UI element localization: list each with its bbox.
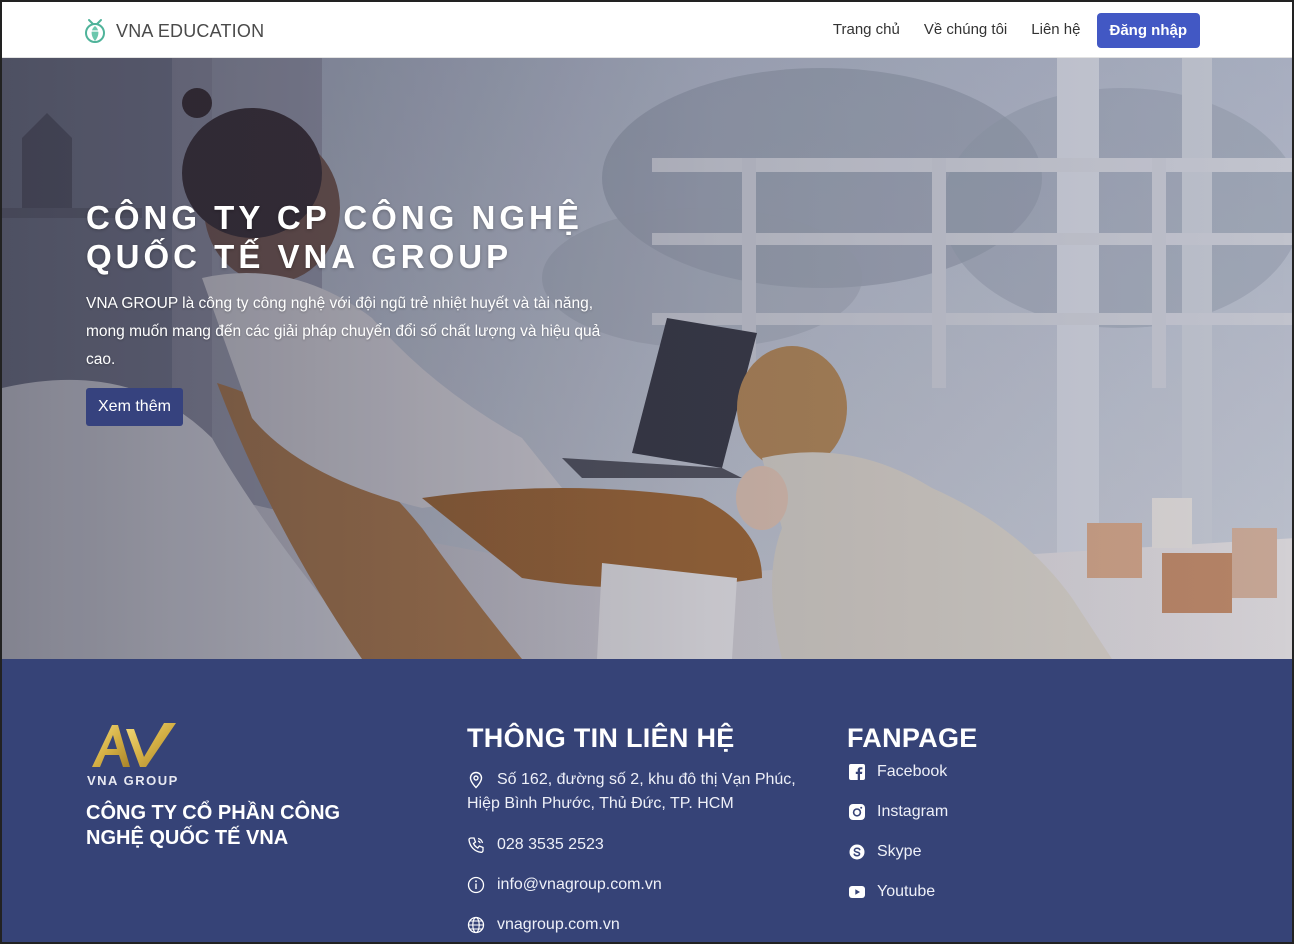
brand-name: VNA EDUCATION — [116, 20, 265, 41]
address-line1: Số 162, đường số 2, khu đô thị Vạn Phúc, — [497, 771, 796, 788]
nav-links: Trang chủ Về chúng tôi Liên hệ Đăng nhập — [833, 12, 1200, 48]
phone-icon — [468, 837, 484, 853]
contact-phone[interactable]: 028 3535 2523 — [467, 833, 827, 857]
skype-icon — [849, 844, 865, 860]
social-instagram[interactable]: Instagram — [847, 800, 1107, 824]
logo-caption: VNA GROUP — [87, 773, 179, 788]
address-line2: Hiệp Bình Phước, Thủ Đức, TP. HCM — [467, 795, 734, 812]
phone-number: 028 3535 2523 — [497, 836, 604, 853]
footer-company: VNA GROUP CÔNG TY CỔ PHẦN CÔNG NGHỆ QUỐC… — [86, 719, 386, 851]
instagram-icon — [849, 804, 865, 820]
login-button[interactable]: Đăng nhập — [1096, 12, 1200, 48]
website-url: vnagroup.com.vn — [497, 916, 620, 933]
see-more-button[interactable]: Xem thêm — [86, 388, 183, 426]
vna-group-logo: VNA GROUP — [87, 723, 179, 788]
globe-icon — [467, 916, 485, 934]
navbar: VNA EDUCATION Trang chủ Về chúng tôi Liê… — [2, 2, 1292, 58]
social-skype[interactable]: Skype — [847, 840, 1107, 864]
page: VNA EDUCATION Trang chủ Về chúng tôi Liê… — [0, 0, 1294, 944]
location-icon — [469, 771, 483, 789]
footer-fanpage: FANPAGE Facebook Instagram Skype Youtube — [847, 721, 1107, 904]
nav-home[interactable]: Trang chủ — [833, 12, 900, 48]
hero-description: VNA GROUP là công ty công nghệ với đội n… — [86, 295, 601, 368]
youtube-icon — [849, 886, 865, 898]
footer-company-name: CÔNG TY CỔ PHẦN CÔNG NGHỆ QUỐC TẾ VNA — [86, 802, 341, 849]
hero-section: CÔNG TY CP CÔNG NGHỆ QUỐC TẾ VNA GROUP V… — [2, 58, 1292, 659]
social-facebook[interactable]: Facebook — [847, 760, 1107, 784]
leaf-logo-icon — [85, 19, 105, 43]
contact-address: Số 162, đường số 2, khu đô thị Vạn Phúc,… — [467, 768, 827, 816]
contact-website[interactable]: vnagroup.com.vn — [467, 913, 827, 937]
contact-heading: THÔNG TIN LIÊN HỆ — [467, 723, 735, 753]
fanpage-heading: FANPAGE — [847, 723, 978, 753]
hero-content: CÔNG TY CP CÔNG NGHỆ QUỐC TẾ VNA GROUP V… — [86, 198, 646, 426]
nav-about[interactable]: Về chúng tôi — [924, 12, 1007, 48]
hero-title-line1: CÔNG TY CP CÔNG NGHỆ — [86, 199, 583, 236]
email-address: info@vnagroup.com.vn — [497, 876, 662, 893]
footer-contact: THÔNG TIN LIÊN HỆ Số 162, đường số 2, kh… — [467, 721, 827, 937]
hero-title: CÔNG TY CP CÔNG NGHỆ QUỐC TẾ VNA GROUP — [86, 198, 646, 276]
hero-title-line2: QUỐC TẾ VNA GROUP — [86, 238, 513, 275]
social-youtube[interactable]: Youtube — [847, 880, 1107, 904]
brand[interactable]: VNA EDUCATION — [82, 16, 264, 46]
facebook-icon — [849, 764, 865, 780]
info-icon — [467, 876, 485, 894]
footer: VNA GROUP CÔNG TY CỔ PHẦN CÔNG NGHỆ QUỐC… — [2, 659, 1292, 942]
contact-email[interactable]: info@vnagroup.com.vn — [467, 873, 827, 897]
nav-contact[interactable]: Liên hệ — [1031, 12, 1080, 48]
